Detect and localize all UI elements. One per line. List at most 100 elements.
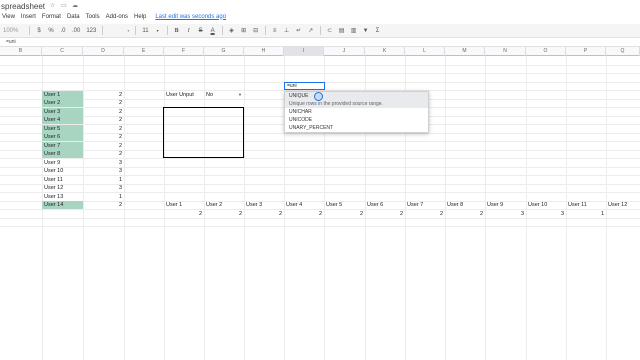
user-name-cell[interactable]: User 10 bbox=[42, 167, 83, 175]
borders-icon[interactable]: ⊞ bbox=[241, 26, 247, 36]
horizontal-user-value[interactable]: 3 bbox=[526, 210, 566, 218]
user-name-cell[interactable]: User 4 bbox=[42, 116, 83, 124]
menu-format[interactable]: Format bbox=[42, 14, 61, 20]
menu-tools[interactable]: Tools bbox=[86, 14, 100, 20]
horizontal-user-name[interactable]: User 4 bbox=[284, 201, 324, 209]
font-size-select[interactable]: 11 bbox=[142, 26, 148, 36]
column-header-l[interactable]: L bbox=[405, 47, 445, 56]
column-header-f[interactable]: F bbox=[164, 47, 204, 56]
autocomplete-option-unichar[interactable]: UNICHAR bbox=[285, 108, 428, 116]
user-name-cell[interactable]: User 12 bbox=[42, 184, 83, 192]
horizontal-user-value[interactable]: 3 bbox=[485, 210, 526, 218]
menu-data[interactable]: Data bbox=[67, 14, 80, 20]
column-header-g[interactable]: G bbox=[204, 47, 244, 56]
user-value-cell[interactable]: 2 bbox=[83, 108, 124, 116]
menu-help[interactable]: Help bbox=[134, 14, 146, 20]
horizontal-user-name[interactable]: User 2 bbox=[204, 201, 244, 209]
column-header-j[interactable]: J bbox=[324, 47, 365, 56]
percent-button[interactable]: % bbox=[48, 26, 54, 36]
horizontal-user-value[interactable]: 2 bbox=[365, 210, 405, 218]
horizontal-user-value[interactable] bbox=[606, 210, 640, 218]
user-value-cell[interactable]: 2 bbox=[83, 125, 124, 133]
more-formats-button[interactable]: 123 bbox=[86, 26, 96, 36]
user-name-cell[interactable]: User 14 bbox=[42, 201, 83, 209]
user-value-cell[interactable]: 3 bbox=[83, 184, 124, 192]
autocomplete-option-unique[interactable]: UNIQUE bbox=[285, 92, 428, 100]
increase-decimal-button[interactable]: .00 bbox=[72, 26, 80, 36]
user-name-cell[interactable]: User 13 bbox=[42, 193, 83, 201]
currency-button[interactable]: $ bbox=[36, 26, 42, 36]
document-title[interactable]: spreadsheet bbox=[0, 2, 45, 11]
horizontal-user-value[interactable]: 1 bbox=[566, 210, 606, 218]
user-value-cell[interactable]: 2 bbox=[83, 142, 124, 150]
decrease-decimal-button[interactable]: .0 bbox=[60, 26, 66, 36]
horizontal-user-name[interactable]: User 9 bbox=[485, 201, 526, 209]
sheet-grid[interactable]: User 1 2 User 2 2 User 3 2 User 4 2 User… bbox=[0, 56, 640, 360]
user-name-cell[interactable]: User 5 bbox=[42, 124, 83, 133]
strikethrough-button[interactable]: S bbox=[198, 26, 204, 36]
cloud-icon[interactable]: ☁ bbox=[72, 3, 78, 9]
user-name-cell[interactable]: User 3 bbox=[42, 107, 83, 116]
bold-button[interactable]: B bbox=[174, 26, 180, 36]
formula-bar[interactable]: =uni bbox=[0, 38, 640, 47]
user-value-cell[interactable]: 2 bbox=[83, 116, 124, 124]
column-header-d[interactable]: D bbox=[83, 47, 124, 56]
insert-link-icon[interactable]: ⊂ bbox=[327, 26, 333, 36]
horizontal-user-value[interactable]: 2 bbox=[405, 210, 445, 218]
filter-icon[interactable]: ▼ bbox=[363, 26, 369, 36]
italic-button[interactable]: I bbox=[186, 26, 192, 36]
user-input-dropdown[interactable]: No ▼ bbox=[204, 91, 244, 99]
column-header-k[interactable]: K bbox=[365, 47, 405, 56]
user-value-cell[interactable]: 2 bbox=[83, 133, 124, 141]
user-name-cell[interactable]: User 8 bbox=[42, 150, 83, 158]
horizontal-user-name[interactable]: User 12 bbox=[606, 201, 640, 209]
user-value-cell[interactable]: 2 bbox=[83, 201, 124, 209]
column-header-n[interactable]: N bbox=[485, 47, 526, 56]
user-name-cell[interactable]: User 11 bbox=[42, 176, 83, 184]
user-name-cell[interactable]: User 1 bbox=[42, 90, 83, 99]
user-value-cell[interactable]: 1 bbox=[83, 193, 124, 201]
functions-icon[interactable]: Σ bbox=[375, 26, 381, 36]
horizontal-user-value[interactable]: 2 bbox=[204, 210, 244, 218]
zoom-select[interactable]: 100% bbox=[3, 26, 23, 36]
column-header-c[interactable]: C bbox=[42, 47, 83, 56]
column-header-e[interactable]: E bbox=[124, 47, 164, 56]
horizontal-user-value[interactable]: 2 bbox=[284, 210, 324, 218]
column-header-i[interactable]: I bbox=[284, 47, 324, 56]
menu-insert[interactable]: Insert bbox=[21, 14, 36, 20]
menu-view[interactable]: View bbox=[2, 14, 15, 20]
horizontal-user-value[interactable]: 2 bbox=[445, 210, 485, 218]
horizontal-user-name[interactable]: User 3 bbox=[244, 201, 284, 209]
insert-chart-icon[interactable]: ▥ bbox=[351, 26, 357, 36]
column-header-o[interactable]: O bbox=[526, 47, 566, 56]
user-name-cell[interactable]: User 7 bbox=[42, 141, 83, 150]
chevron-down-icon[interactable]: ▾ bbox=[155, 26, 161, 36]
column-header-q[interactable]: Q bbox=[606, 47, 640, 56]
user-value-cell[interactable]: 2 bbox=[83, 99, 124, 107]
vertical-align-icon[interactable]: ⊥ bbox=[284, 26, 290, 36]
horizontal-user-name[interactable]: User 10 bbox=[526, 201, 566, 209]
horizontal-user-name[interactable]: User 8 bbox=[445, 201, 485, 209]
horizontal-user-name[interactable]: User 1 bbox=[164, 201, 204, 209]
column-header-p[interactable]: P bbox=[566, 47, 606, 56]
text-wrap-icon[interactable]: ↵ bbox=[296, 26, 302, 36]
text-rotation-icon[interactable]: ↗ bbox=[308, 26, 314, 36]
user-value-cell[interactable]: 2 bbox=[83, 150, 124, 158]
user-name-cell[interactable]: User 6 bbox=[42, 133, 83, 141]
user-value-cell[interactable]: 2 bbox=[83, 91, 124, 99]
horizontal-align-icon[interactable]: ≡ bbox=[272, 26, 278, 36]
font-select[interactable]: ▾ bbox=[109, 26, 129, 36]
autocomplete-option-unary-percent[interactable]: UNARY_PERCENT bbox=[285, 124, 428, 132]
horizontal-user-name[interactable]: User 11 bbox=[566, 201, 606, 209]
horizontal-user-value[interactable]: 2 bbox=[244, 210, 284, 218]
horizontal-user-name[interactable]: User 5 bbox=[324, 201, 365, 209]
horizontal-user-name[interactable]: User 6 bbox=[365, 201, 405, 209]
star-icon[interactable]: ☆ bbox=[50, 3, 56, 9]
user-value-cell[interactable]: 3 bbox=[83, 167, 124, 175]
menu-addons[interactable]: Add-ons bbox=[106, 14, 128, 20]
column-header-m[interactable]: M bbox=[445, 47, 485, 56]
column-header-b[interactable]: B bbox=[0, 47, 42, 56]
user-value-cell[interactable]: 3 bbox=[83, 159, 124, 167]
last-edit-link[interactable]: Last edit was seconds ago bbox=[155, 14, 226, 20]
horizontal-user-value[interactable]: 2 bbox=[324, 210, 365, 218]
